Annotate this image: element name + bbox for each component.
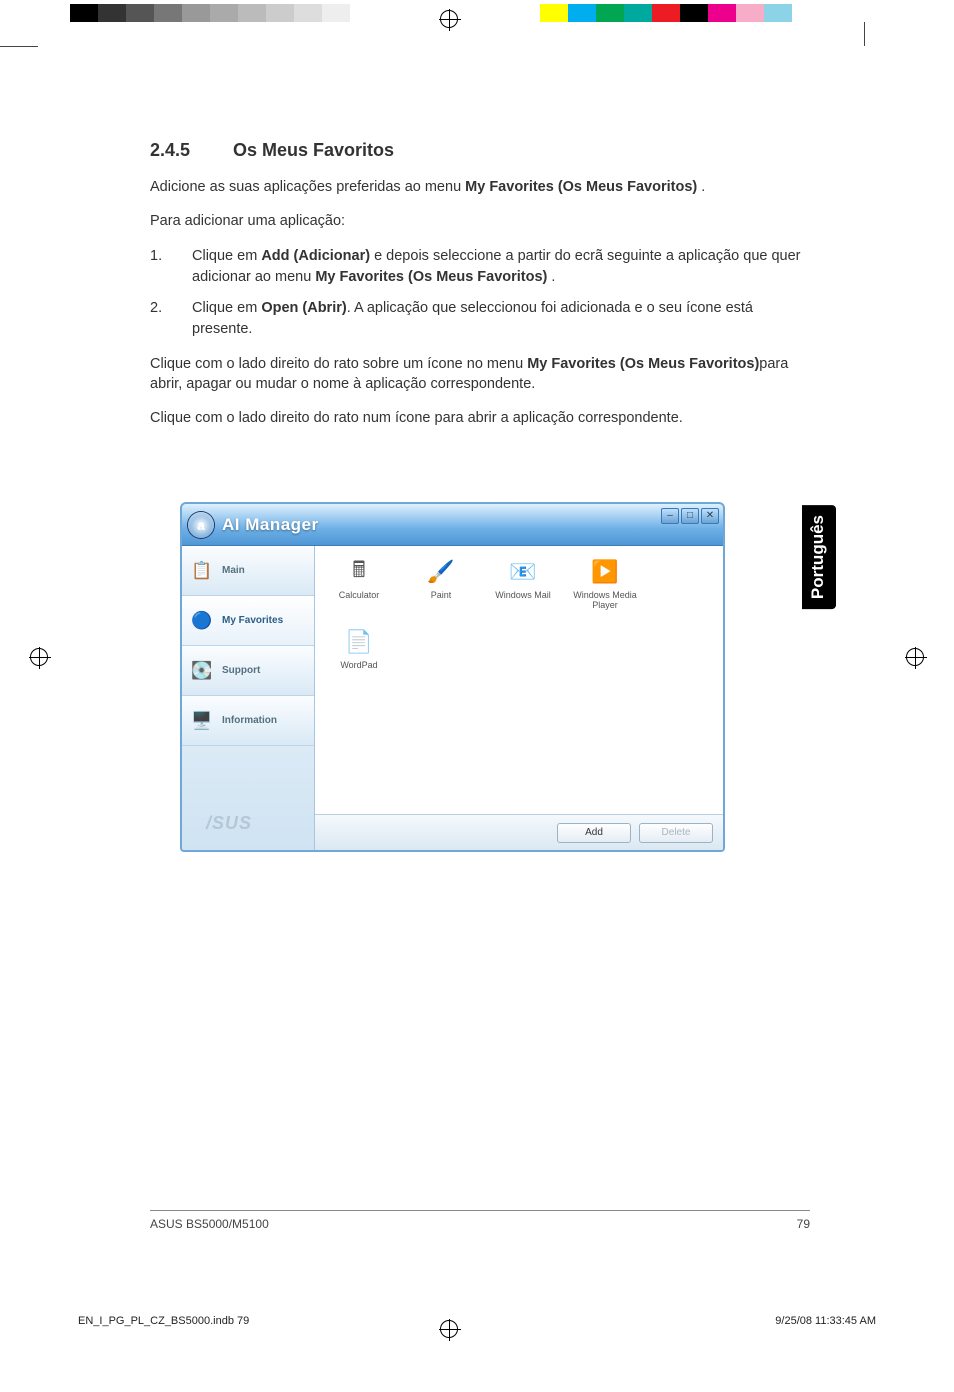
steps-list: 1. Clique em Add (Adicionar) e depois se…: [150, 246, 810, 340]
print-footer: EN_I_PG_PL_CZ_BS5000.indb 79 9/25/08 11:…: [78, 1315, 876, 1327]
print-color-bar: [0, 0, 954, 28]
intro-paragraph: Adicione as suas aplicações preferidas a…: [150, 177, 810, 197]
section-number: 2.4.5: [150, 140, 228, 161]
sidebar: 📋 Main 🔵 My Favorites 💽 Support 🖥️ Information: [182, 546, 315, 850]
language-tab: Português: [802, 505, 836, 609]
crop-line: [0, 46, 38, 47]
app-label: Calculator: [327, 590, 391, 600]
sidebar-item-support[interactable]: 💽 Support: [182, 646, 314, 696]
app-logo-icon: a: [188, 512, 214, 538]
registration-mark-icon: [440, 10, 458, 28]
step-item: 2. Clique em Open (Abrir). A aplicação q…: [150, 298, 810, 340]
sidebar-item-label: Information: [222, 715, 277, 726]
panel-button-bar: Add Delete: [315, 814, 723, 850]
registration-mark-icon: [906, 648, 924, 666]
sidebar-item-icon: 🖥️: [188, 708, 216, 734]
app-label: WordPad: [327, 660, 391, 670]
paragraph: Clique com o lado direito do rato num íc…: [150, 408, 810, 428]
paragraph: Clique com o lado direito do rato sobre …: [150, 354, 810, 395]
sidebar-item-main[interactable]: 📋 Main: [182, 546, 314, 596]
page-footer: ASUS BS5000/M5100 79: [150, 1210, 810, 1231]
sidebar-item-information[interactable]: 🖥️ Information: [182, 696, 314, 746]
sidebar-item-icon: 🔵: [188, 608, 216, 634]
section-heading: 2.4.5 Os Meus Favoritos: [150, 140, 810, 161]
sidebar-item-icon: 💽: [188, 658, 216, 684]
favorites-panel: 🖩 Calculator 🖌️ Paint 📧 Windows Mail ▶️ Windows…: [315, 546, 723, 850]
footer-model: ASUS BS5000/M5100: [150, 1217, 269, 1231]
sidebar-item-label: Main: [222, 565, 245, 576]
favorite-app-calculator[interactable]: 🖩 Calculator: [327, 558, 391, 610]
print-timestamp: 9/25/08 11:33:45 AM: [775, 1315, 876, 1327]
app-icon: ▶️: [588, 558, 622, 586]
app-label: Windows Mail: [491, 590, 555, 600]
asus-logo: /SUS: [206, 813, 252, 834]
delete-button[interactable]: Delete: [639, 823, 713, 843]
print-file-name: EN_I_PG_PL_CZ_BS5000.indb 79: [78, 1315, 249, 1327]
crop-line: [864, 22, 865, 46]
app-icon: 🖌️: [424, 558, 458, 586]
sidebar-item-my-favorites[interactable]: 🔵 My Favorites: [182, 596, 314, 646]
page-content: 2.4.5 Os Meus Favoritos Adicione as suas…: [150, 140, 810, 443]
ai-manager-window: a AI Manager – □ ✕ 📋 Main 🔵 My Favorites 💽 Su…: [180, 502, 725, 852]
app-icon-grid: 🖩 Calculator 🖌️ Paint 📧 Windows Mail ▶️ Windows…: [327, 558, 711, 670]
favorite-app-windows-mail[interactable]: 📧 Windows Mail: [491, 558, 555, 610]
app-icon: 📧: [506, 558, 540, 586]
add-button[interactable]: Add: [557, 823, 631, 843]
sidebar-item-label: Support: [222, 665, 260, 676]
sidebar-item-label: My Favorites: [222, 615, 283, 626]
footer-page-number: 79: [797, 1217, 810, 1231]
maximize-button[interactable]: □: [681, 508, 699, 524]
app-label: Paint: [409, 590, 473, 600]
step-item: 1. Clique em Add (Adicionar) e depois se…: [150, 246, 810, 288]
favorite-app-paint[interactable]: 🖌️ Paint: [409, 558, 473, 610]
window-title: AI Manager: [222, 515, 319, 535]
close-button[interactable]: ✕: [701, 508, 719, 524]
favorite-app-windows-media-player[interactable]: ▶️ Windows Media Player: [573, 558, 637, 610]
registration-mark-icon: [30, 648, 48, 666]
app-icon: 📄: [342, 628, 376, 656]
app-label: Windows Media Player: [573, 590, 637, 610]
minimize-button[interactable]: –: [661, 508, 679, 524]
favorite-app-wordpad[interactable]: 📄 WordPad: [327, 628, 391, 670]
instruction-lead: Para adicionar uma aplicação:: [150, 211, 810, 231]
window-titlebar[interactable]: a AI Manager – □ ✕: [182, 504, 723, 546]
section-title: Os Meus Favoritos: [233, 140, 394, 160]
sidebar-item-icon: 📋: [188, 558, 216, 584]
app-icon: 🖩: [342, 558, 376, 586]
